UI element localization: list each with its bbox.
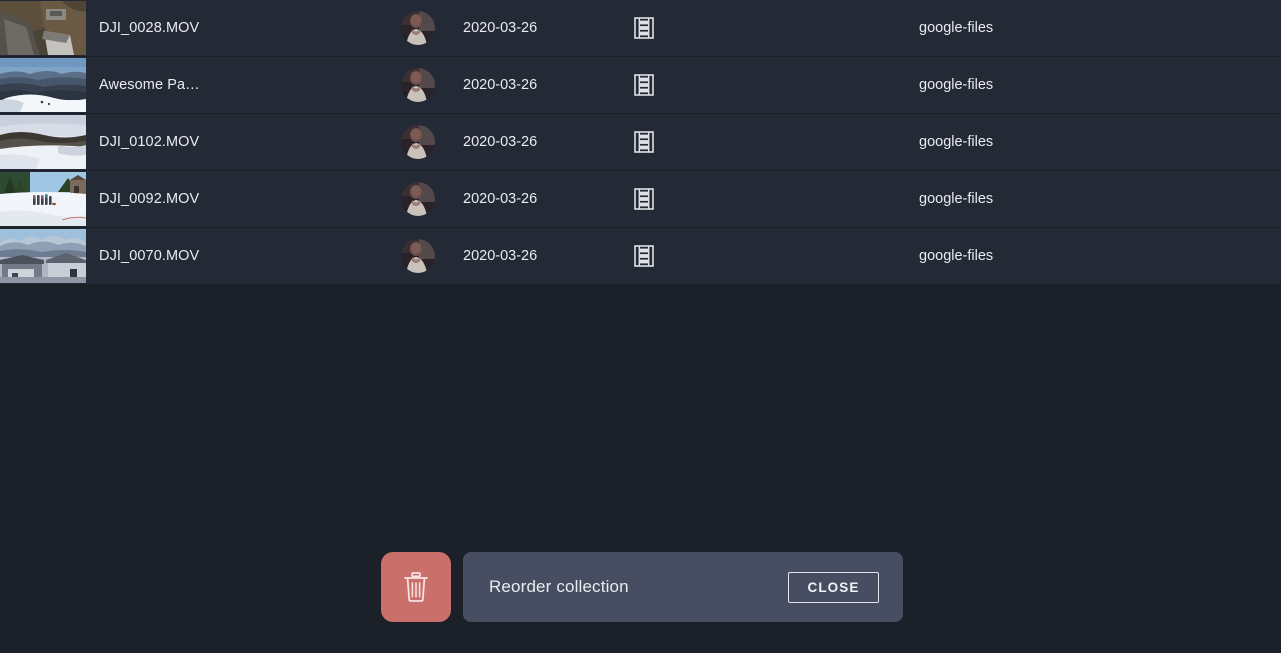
row-file-name: Awesome Pa…: [99, 77, 200, 93]
row-date: 2020-03-26: [463, 134, 538, 150]
thumbnail-snow-field-dark-stream-icon: [0, 115, 86, 169]
avatar[interactable]: [401, 239, 435, 273]
row-type-icon: [631, 131, 657, 153]
row-source: google-files: [919, 77, 994, 93]
thumbnail-people-standing-on-snow-field-icon: [0, 172, 86, 226]
row-thumbnail[interactable]: [0, 1, 86, 55]
thumbnail-aerial-road-buildings-forest-icon: [0, 1, 86, 55]
row-date: 2020-03-26: [463, 20, 538, 36]
row-type-icon: [631, 188, 657, 210]
row-thumbnail[interactable]: [0, 229, 86, 283]
table-row[interactable]: DJI_0092.MOV 2020-03-26 google-files: [0, 171, 1281, 228]
row-date: 2020-03-26: [463, 191, 538, 207]
film-strip-icon: [634, 74, 654, 96]
row-date: 2020-03-26: [463, 77, 538, 93]
row-file-name: DJI_0028.MOV: [99, 20, 200, 36]
trash-icon: [404, 572, 428, 602]
avatar-icon: [401, 239, 435, 273]
row-source: google-files: [919, 191, 994, 207]
row-type-icon: [631, 74, 657, 96]
table-row[interactable]: DJI_0102.MOV 2020-03-26 google-files: [0, 114, 1281, 171]
snackbar-area: Reorder collection CLOSE: [381, 552, 903, 622]
film-strip-icon: [634, 131, 654, 153]
snackbar: Reorder collection CLOSE: [463, 552, 903, 622]
row-file-name: DJI_0070.MOV: [99, 248, 200, 264]
row-file-name: DJI_0092.MOV: [99, 191, 200, 207]
film-strip-icon: [634, 245, 654, 267]
row-source: google-files: [919, 20, 994, 36]
avatar[interactable]: [401, 182, 435, 216]
row-type-icon: [631, 17, 657, 39]
file-list: DJI_0028.MOV 2020-03-26 google-files Awe…: [0, 0, 1281, 285]
avatar[interactable]: [401, 68, 435, 102]
thumbnail-houses-with-mountain-range-icon: [0, 229, 86, 283]
table-row[interactable]: DJI_0028.MOV 2020-03-26 google-files: [0, 0, 1281, 57]
avatar[interactable]: [401, 11, 435, 45]
row-thumbnail[interactable]: [0, 172, 86, 226]
row-source: google-files: [919, 134, 994, 150]
avatar[interactable]: [401, 125, 435, 159]
table-row[interactable]: DJI_0070.MOV 2020-03-26 google-files: [0, 228, 1281, 285]
row-thumbnail[interactable]: [0, 58, 86, 112]
film-strip-icon: [634, 17, 654, 39]
table-row[interactable]: Awesome Pa… 2020-03-26 google-files: [0, 57, 1281, 114]
row-file-name: DJI_0102.MOV: [99, 134, 200, 150]
row-thumbnail[interactable]: [0, 115, 86, 169]
avatar-icon: [401, 68, 435, 102]
row-date: 2020-03-26: [463, 248, 538, 264]
row-source: google-files: [919, 248, 994, 264]
avatar-icon: [401, 11, 435, 45]
avatar-icon: [401, 125, 435, 159]
delete-button[interactable]: [381, 552, 451, 622]
thumbnail-snowy-mountain-ridge-panorama-icon: [0, 58, 86, 112]
avatar-icon: [401, 182, 435, 216]
row-type-icon: [631, 245, 657, 267]
film-strip-icon: [634, 188, 654, 210]
snackbar-message: Reorder collection: [489, 577, 629, 596]
close-button[interactable]: CLOSE: [788, 571, 879, 603]
